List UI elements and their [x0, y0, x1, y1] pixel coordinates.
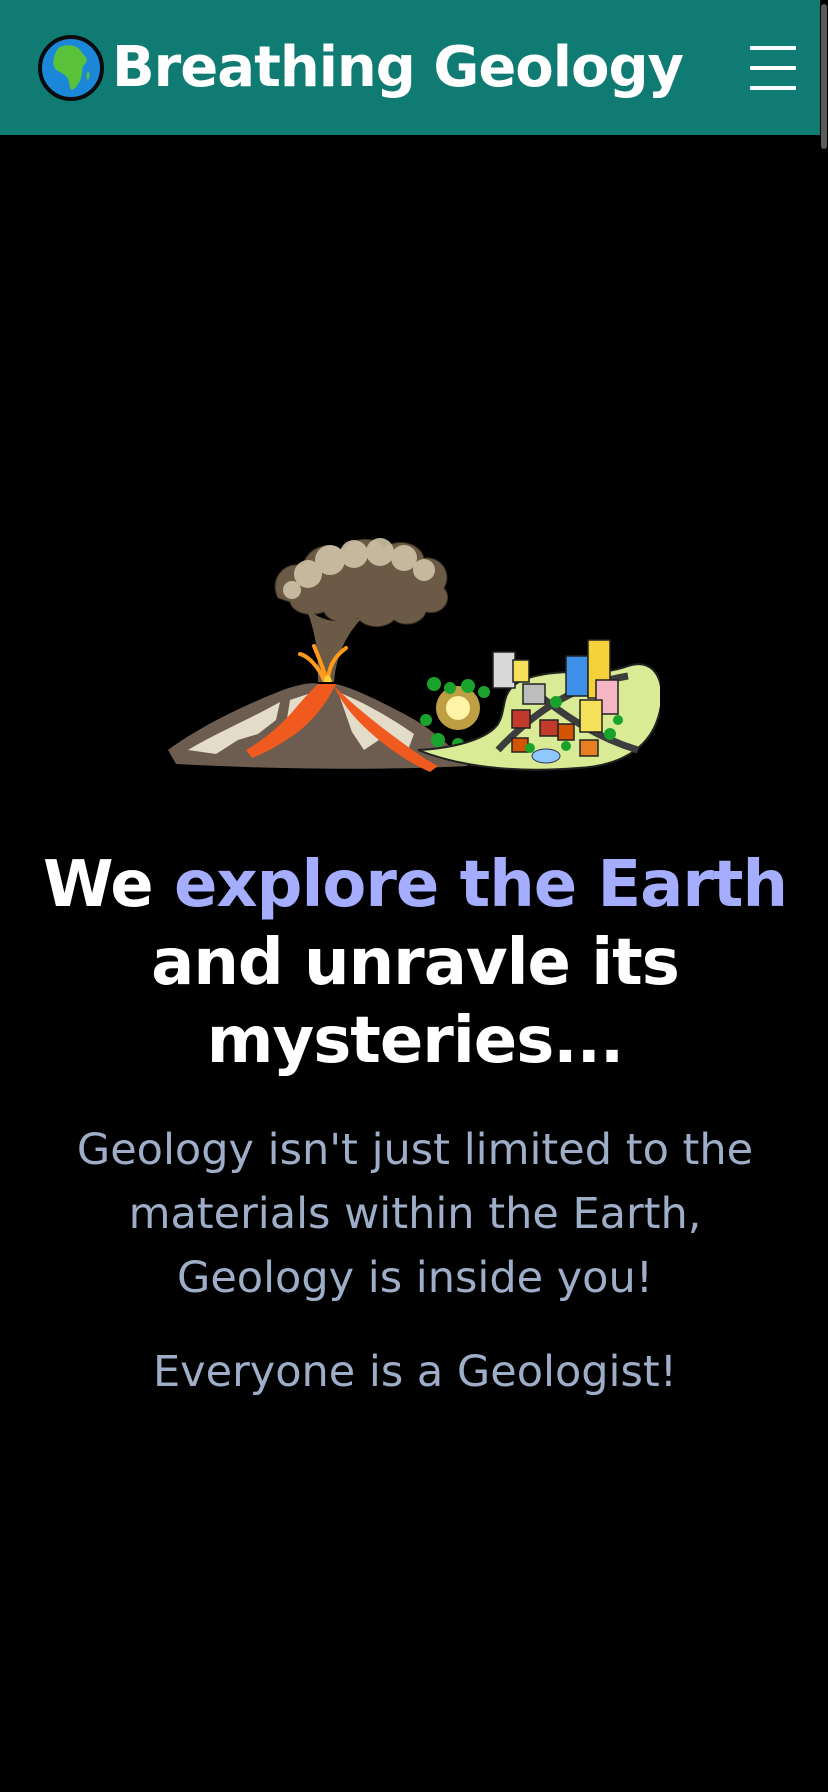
menu-bar: [750, 46, 796, 50]
scrollbar-thumb[interactable]: [821, 4, 827, 149]
menu-bar: [750, 86, 796, 90]
fountain: [531, 748, 561, 764]
menu-bar: [750, 66, 796, 70]
brand-link[interactable]: Breathing Geology: [38, 34, 684, 101]
brand-title: Breathing Geology: [112, 35, 684, 100]
globe-icon: [38, 34, 104, 101]
hero-headline: We explore the Earth and unravle its mys…: [30, 846, 800, 1080]
hamburger-menu-icon[interactable]: [750, 46, 798, 90]
headline-rest: and unravle its mysteries...: [151, 926, 680, 1078]
volcano-city-illustration: [168, 538, 660, 772]
hero-subtext: Geology isn't just limited to the materi…: [76, 1125, 754, 1303]
headline-accent: explore the Earth: [173, 848, 788, 922]
headline-lead: We: [42, 848, 174, 922]
scrollbar[interactable]: [820, 0, 828, 1792]
hero-tagline: Everyone is a Geologist!: [153, 1347, 677, 1397]
navbar: Breathing Geology: [0, 0, 820, 135]
